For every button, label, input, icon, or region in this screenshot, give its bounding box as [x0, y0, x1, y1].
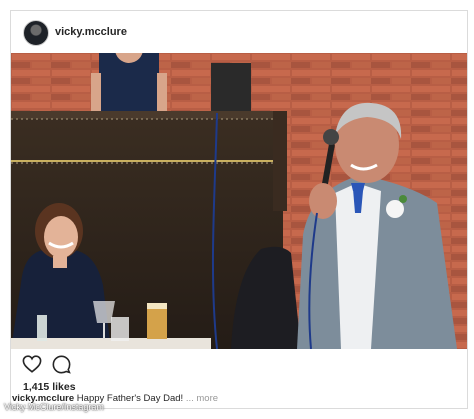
post-photo — [11, 53, 467, 349]
heart-icon[interactable] — [22, 355, 42, 378]
photo-credit: Vicky McClure/Instagram — [4, 402, 104, 412]
likes-count[interactable]: 1,415 likes — [23, 381, 76, 393]
post-header: vicky.mcclure — [11, 11, 467, 53]
instagram-post-card: vicky.mcclure 1,415 likes — [10, 10, 468, 409]
comment-icon[interactable] — [52, 355, 71, 379]
wedding-speech-photo — [11, 53, 467, 349]
post-username[interactable]: vicky.mcclure — [55, 26, 127, 38]
avatar[interactable] — [23, 20, 49, 46]
caption-more-link[interactable]: ... more — [186, 393, 218, 404]
